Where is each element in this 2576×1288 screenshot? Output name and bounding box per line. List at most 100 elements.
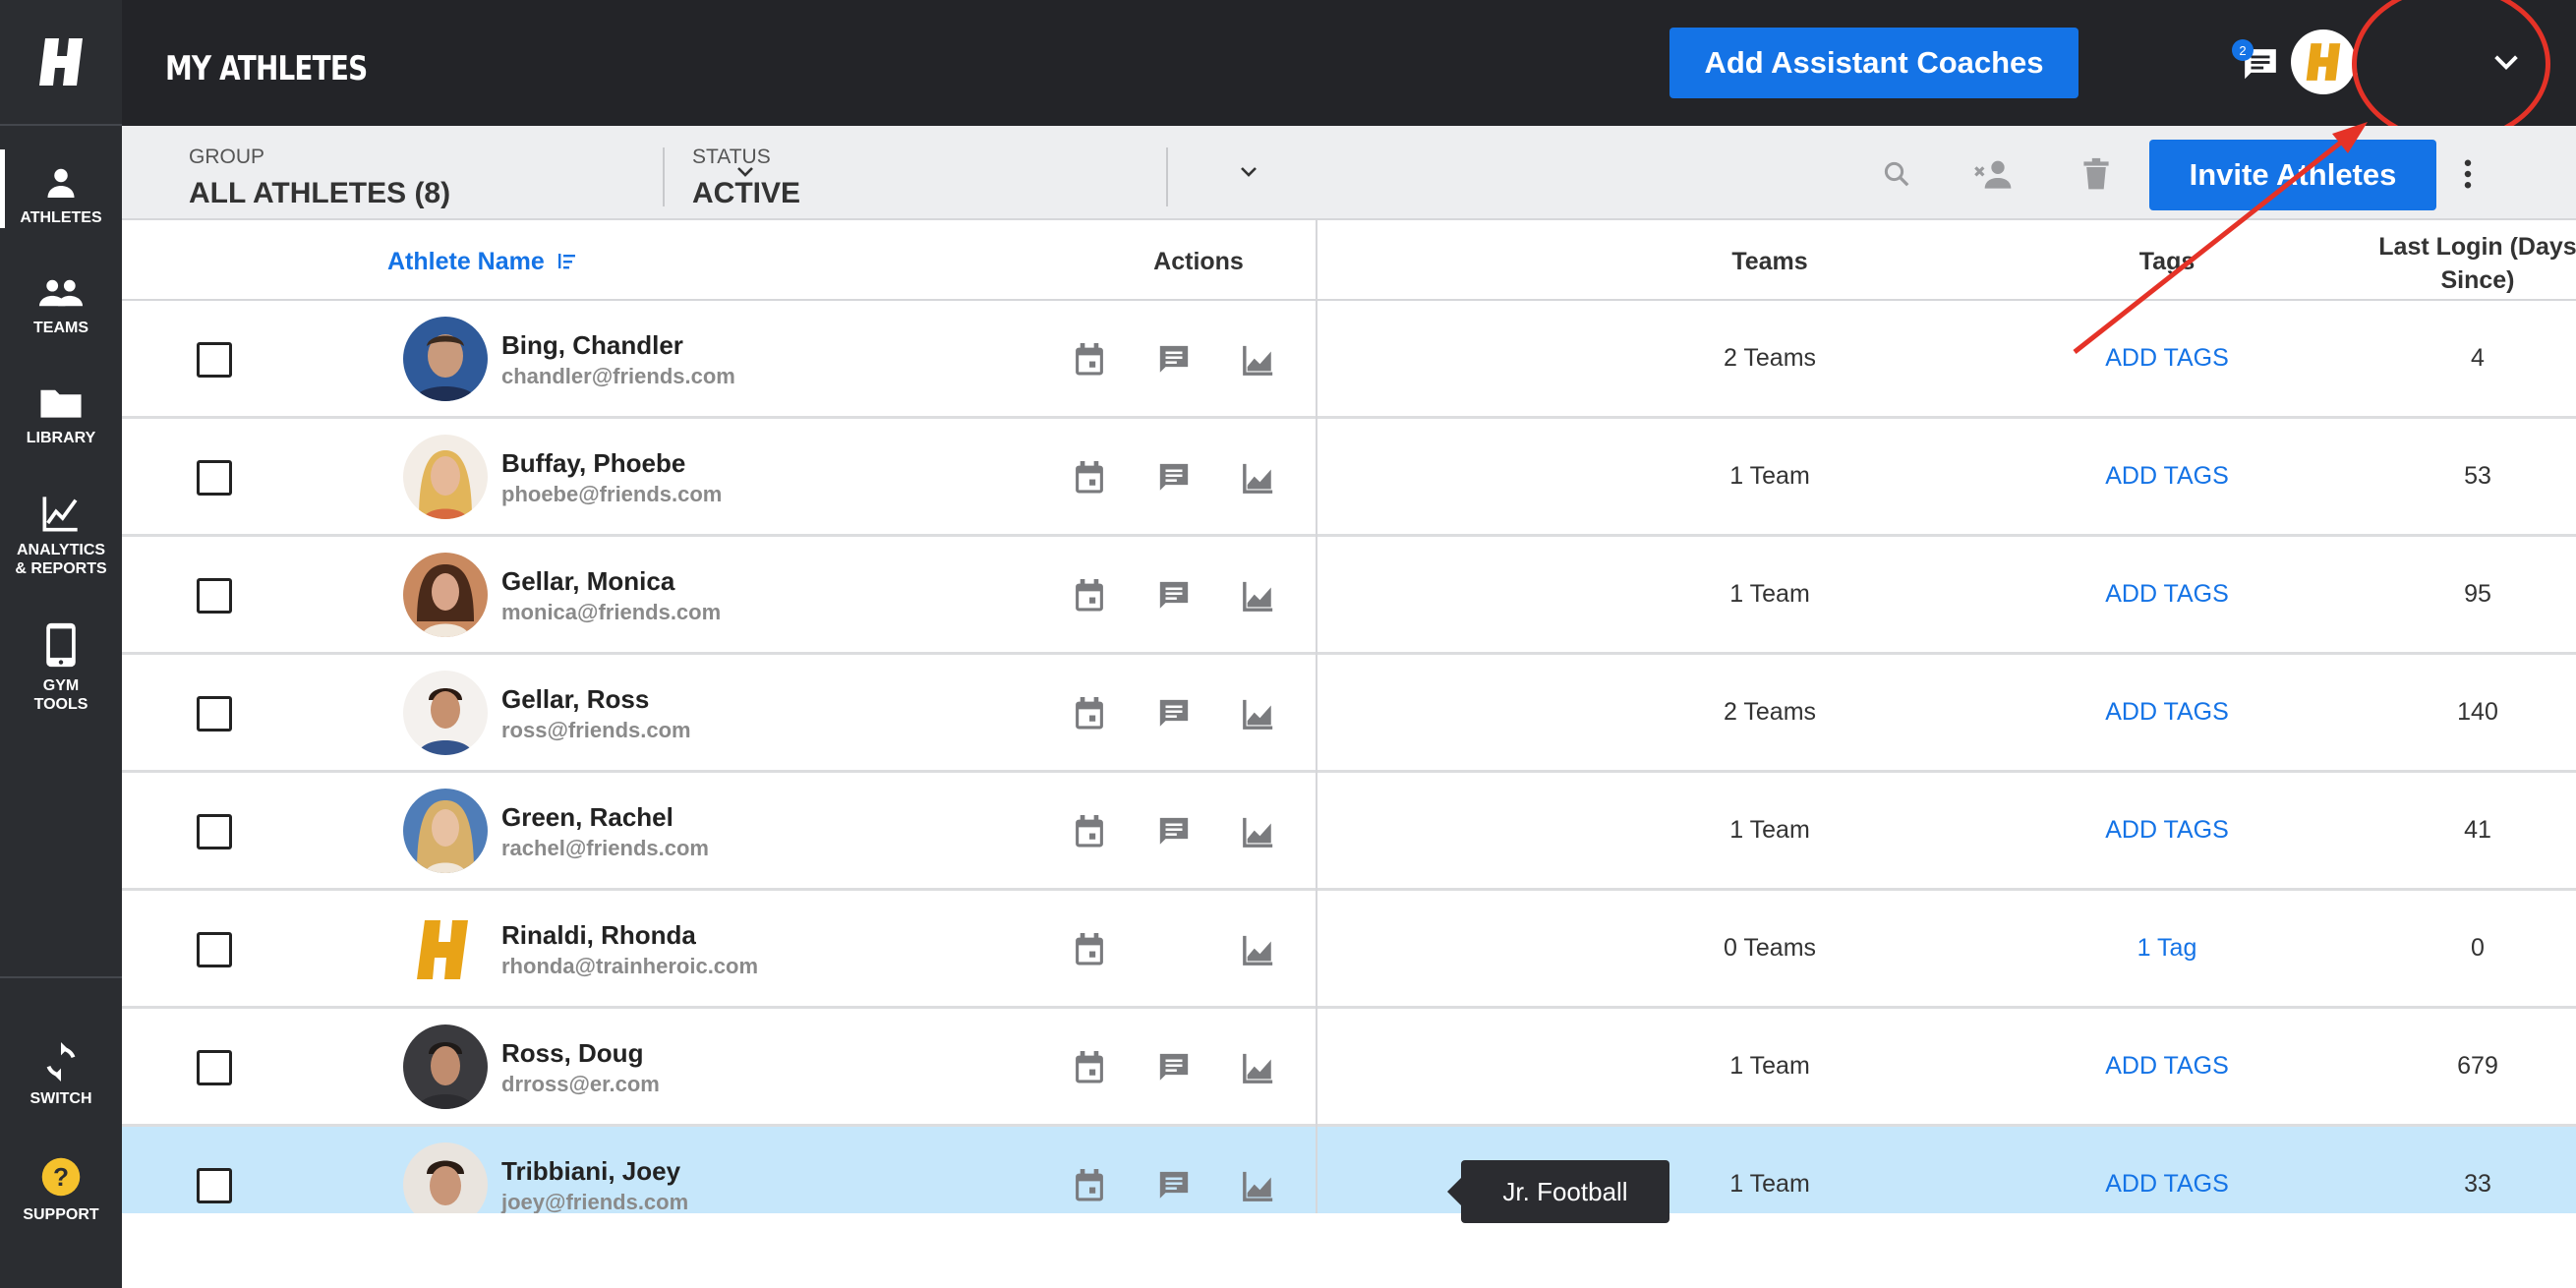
add-tags-link[interactable]: ADD TAGS bbox=[1970, 580, 2364, 609]
table-row[interactable]: Gellar, Ross ross@friends.com 2 Teams AD… bbox=[122, 655, 2576, 773]
invite-athletes-button[interactable]: Invite Athletes bbox=[2149, 140, 2436, 210]
trash-icon[interactable] bbox=[2078, 155, 2114, 193]
top-header: MY ATHLETES bbox=[122, 0, 2576, 126]
row-checkbox[interactable] bbox=[197, 578, 232, 614]
sidebar-item-support[interactable]: ? SUPPORT bbox=[0, 1156, 122, 1224]
switch-icon bbox=[46, 1042, 76, 1082]
column-header-last-login[interactable]: Last Login (Days Since) bbox=[2324, 230, 2576, 297]
add-tags-link[interactable]: ADD TAGS bbox=[1970, 698, 2364, 727]
calendar-icon[interactable] bbox=[1070, 576, 1109, 615]
message-icon[interactable] bbox=[1154, 1166, 1194, 1205]
analytics-icon[interactable] bbox=[1239, 694, 1278, 733]
sidebar-item-athletes[interactable]: ATHLETES bbox=[0, 149, 122, 228]
message-icon[interactable] bbox=[1154, 458, 1194, 498]
sidebar-item-library[interactable]: LIBRARY bbox=[0, 385, 122, 447]
avatar bbox=[403, 1142, 488, 1213]
message-icon[interactable] bbox=[1154, 694, 1194, 733]
tablet-icon bbox=[46, 622, 76, 668]
filter-bar: GROUP ALL ATHLETES (8) STATUS ACTIVE Inv… bbox=[122, 126, 2576, 220]
sidebar: ATHLETES TEAMS LIBRARY ANALYTICS & REPOR… bbox=[0, 0, 122, 1288]
calendar-icon[interactable] bbox=[1070, 1166, 1109, 1205]
athlete-name[interactable]: Green, Rachel bbox=[501, 802, 673, 833]
analytics-icon[interactable] bbox=[1239, 458, 1278, 498]
search-icon[interactable] bbox=[1880, 157, 1913, 191]
group-label: GROUP bbox=[189, 146, 265, 168]
message-icon[interactable] bbox=[1154, 576, 1194, 615]
add-tags-link[interactable]: ADD TAGS bbox=[1970, 1170, 2364, 1199]
athlete-name[interactable]: Bing, Chandler bbox=[501, 330, 683, 361]
column-header-teams[interactable]: Teams bbox=[1626, 248, 1913, 276]
table-row[interactable]: Bing, Chandler chandler@friends.com 2 Te… bbox=[122, 301, 2576, 419]
sidebar-item-analytics[interactable]: ANALYTICS & REPORTS bbox=[0, 494, 122, 578]
row-checkbox[interactable] bbox=[197, 696, 232, 732]
add-tags-link[interactable]: ADD TAGS bbox=[1970, 1052, 2364, 1081]
athlete-name[interactable]: Rinaldi, Rhonda bbox=[501, 920, 696, 951]
status-label: STATUS bbox=[692, 146, 771, 168]
analytics-icon[interactable] bbox=[1239, 340, 1278, 380]
sidebar-item-gym-tools[interactable]: GYM TOOLS bbox=[0, 621, 122, 714]
add-tags-link[interactable]: ADD TAGS bbox=[1970, 462, 2364, 491]
avatar bbox=[403, 1025, 488, 1109]
account-avatar[interactable] bbox=[2291, 29, 2356, 94]
message-icon[interactable] bbox=[1154, 812, 1194, 851]
athlete-name[interactable]: Buffay, Phoebe bbox=[501, 448, 685, 479]
table-header: Athlete Name Actions Teams Tags Last Log… bbox=[122, 220, 2576, 301]
status-dropdown[interactable]: STATUS ACTIVE bbox=[692, 136, 1262, 210]
last-login-days: 679 bbox=[2457, 1052, 2498, 1080]
calendar-icon[interactable] bbox=[1070, 812, 1109, 851]
app-logo[interactable] bbox=[0, 0, 122, 126]
remove-user-icon[interactable] bbox=[1972, 155, 2016, 193]
calendar-icon[interactable] bbox=[1070, 1048, 1109, 1087]
analytics-icon[interactable] bbox=[1239, 1166, 1278, 1205]
table-row[interactable]: Rinaldi, Rhonda rhonda@trainheroic.com 0… bbox=[122, 891, 2576, 1009]
table-row[interactable]: Gellar, Monica monica@friends.com 1 Team… bbox=[122, 537, 2576, 655]
chart-line-icon bbox=[42, 497, 78, 532]
athlete-email: chandler@friends.com bbox=[501, 364, 735, 388]
athlete-name[interactable]: Gellar, Monica bbox=[501, 566, 674, 597]
add-assistant-coaches-button[interactable]: Add Assistant Coaches bbox=[1669, 28, 2078, 98]
sidebar-item-teams[interactable]: TEAMS bbox=[0, 275, 122, 337]
row-checkbox[interactable] bbox=[197, 342, 232, 378]
athlete-name[interactable]: Ross, Doug bbox=[501, 1038, 643, 1069]
message-icon[interactable] bbox=[1154, 1048, 1194, 1087]
analytics-icon[interactable] bbox=[1239, 930, 1278, 969]
avatar bbox=[403, 317, 488, 401]
row-checkbox[interactable] bbox=[197, 1168, 232, 1203]
analytics-icon[interactable] bbox=[1239, 812, 1278, 851]
more-vertical-icon[interactable] bbox=[2458, 157, 2478, 191]
calendar-icon[interactable] bbox=[1070, 694, 1109, 733]
sidebar-item-switch[interactable]: SWITCH bbox=[0, 1042, 122, 1108]
row-checkbox[interactable] bbox=[197, 932, 232, 967]
avatar bbox=[403, 789, 488, 873]
notification-count-badge: 2 bbox=[2232, 39, 2254, 61]
calendar-icon[interactable] bbox=[1070, 458, 1109, 498]
sidebar-item-label: SWITCH bbox=[29, 1090, 92, 1107]
calendar-icon[interactable] bbox=[1070, 340, 1109, 380]
table-row[interactable]: Tribbiani, Joey joey@friends.com 1 Team … bbox=[122, 1127, 2576, 1213]
athlete-email: rhonda@trainheroic.com bbox=[501, 954, 759, 978]
group-dropdown[interactable]: GROUP ALL ATHLETES (8) bbox=[189, 136, 759, 210]
message-icon[interactable] bbox=[1154, 340, 1194, 380]
table-row[interactable]: Ross, Doug drross@er.com 1 Team ADD TAGS… bbox=[122, 1009, 2576, 1127]
analytics-icon[interactable] bbox=[1239, 1048, 1278, 1087]
sort-icon bbox=[557, 254, 575, 269]
teams-tooltip: Jr. Football bbox=[1447, 1160, 1669, 1223]
tags-link[interactable]: 1 Tag bbox=[1970, 934, 2364, 963]
analytics-icon[interactable] bbox=[1239, 576, 1278, 615]
row-checkbox[interactable] bbox=[197, 814, 232, 849]
column-header-tags[interactable]: Tags bbox=[2020, 248, 2314, 276]
add-tags-link[interactable]: ADD TAGS bbox=[1970, 816, 2364, 845]
column-header-athlete-name[interactable]: Athlete Name bbox=[387, 248, 577, 276]
group-value: ALL ATHLETES (8) bbox=[189, 177, 451, 209]
row-checkbox[interactable] bbox=[197, 460, 232, 496]
athlete-name[interactable]: Gellar, Ross bbox=[501, 684, 649, 715]
sidebar-item-label: SUPPORT bbox=[23, 1206, 99, 1223]
add-tags-link[interactable]: ADD TAGS bbox=[1970, 344, 2364, 373]
last-login-days: 95 bbox=[2464, 580, 2491, 608]
calendar-icon[interactable] bbox=[1070, 930, 1109, 969]
table-row[interactable]: Green, Rachel rachel@friends.com 1 Team … bbox=[122, 773, 2576, 891]
athlete-name[interactable]: Tribbiani, Joey bbox=[501, 1156, 680, 1187]
table-row[interactable]: Buffay, Phoebe phoebe@friends.com 1 Team… bbox=[122, 419, 2576, 537]
row-checkbox[interactable] bbox=[197, 1050, 232, 1085]
column-header-label: Athlete Name bbox=[387, 248, 545, 275]
